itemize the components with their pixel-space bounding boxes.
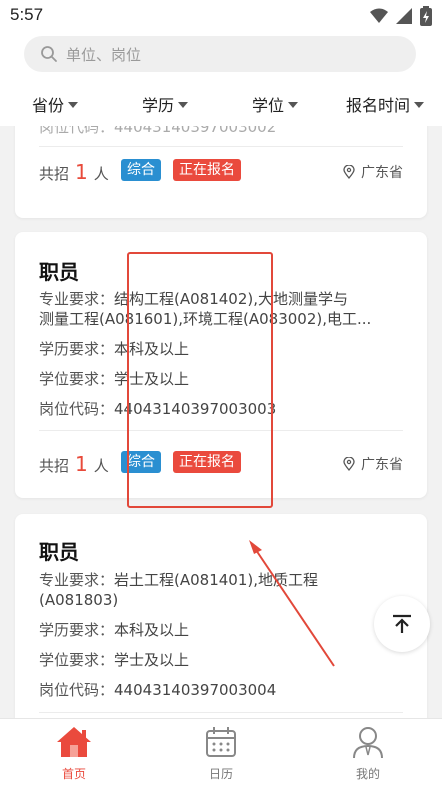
arrow-up-icon [393,614,411,633]
chevron-down-icon [68,102,79,108]
job-card[interactable]: 职员 专业要求：结构工程(A081402),大地测量学与 测量工程(A08160… [15,232,427,498]
chevron-down-icon [178,102,189,108]
job-card[interactable]: 职员 专业要求：岩土工程(A081401),地质工程 (A081803) 学历要… [15,514,427,718]
tab-home[interactable]: 首页 [34,725,114,782]
location: 广东省 [343,162,403,182]
signal-icon [396,8,412,24]
major-requirement: 专业要求：岩土工程(A081401),地质工程 [39,571,319,589]
degree-requirement: 学位要求：学士及以上 [39,651,190,669]
back-to-top-button[interactable] [374,596,430,652]
chevron-down-icon [288,102,299,108]
education-requirement: 学历要求：本科及以上 [39,340,190,358]
location: 广东省 [343,454,403,474]
calendar-icon [206,727,236,757]
search-placeholder: 单位、岗位 [66,46,142,64]
filter-signup-time[interactable]: 报名时间 [346,92,425,116]
tab-calendar[interactable]: 日历 [181,725,261,782]
wifi-icon [370,8,388,23]
bottom-tab-bar: 首页 日历 我的 [0,718,442,787]
status-icons [370,6,432,26]
filter-degree[interactable]: 学位 [252,92,299,116]
job-title: 职员 [39,260,79,284]
search-input[interactable]: 单位、岗位 [24,36,416,72]
status-bar: 5:57 [0,0,442,34]
tag-type: 综合 [121,451,161,473]
battery-icon [420,6,432,26]
status-time: 5:57 [10,5,44,24]
user-icon [353,727,383,759]
job-title: 职员 [39,540,79,564]
major-requirement: 专业要求：结构工程(A081402),大地测量学与 [39,290,349,308]
chevron-down-icon [414,102,425,108]
major-requirement-cont: (A081803) [39,591,119,609]
tag-type: 综合 [121,159,161,181]
filter-bar: 省份 学历 学位 报名时间 [0,80,442,126]
status-badge: 正在报名 [173,451,241,473]
card-footer: 共招 1 人 综合 正在报名 广东省 [39,154,403,186]
tab-label: 首页 [61,767,86,781]
divider [39,712,403,713]
filter-education[interactable]: 学历 [142,92,189,116]
filter-province[interactable]: 省份 [32,92,79,116]
job-card[interactable]: 岗位代码：44043140397003002 共招 1 人 综合 正在报名 广东省 [15,126,427,218]
tab-label: 我的 [355,767,380,781]
divider [39,430,403,431]
recruit-count: 共招 1 人 [39,160,109,184]
location-pin-icon [343,457,355,471]
home-icon [57,727,91,757]
position-code: 岗位代码：44043140397003003 [39,400,277,418]
search-area: 单位、岗位 [0,34,442,80]
tab-label: 日历 [208,767,233,781]
position-code: 岗位代码：44043140397003004 [39,681,277,699]
tab-mine[interactable]: 我的 [328,725,408,782]
search-icon [41,46,57,62]
location-pin-icon [343,165,355,179]
partial-row-text: 岗位代码：44043140397003002 [39,126,277,136]
major-requirement-cont: 测量工程(A081601),环境工程(A083002),电工... [39,310,372,328]
recruit-count: 共招 1 人 [39,452,109,476]
degree-requirement: 学位要求：学士及以上 [39,370,190,388]
education-requirement: 学历要求：本科及以上 [39,621,190,639]
card-footer: 共招 1 人 综合 正在报名 广东省 [39,446,403,478]
divider [39,146,403,147]
status-badge: 正在报名 [173,159,241,181]
